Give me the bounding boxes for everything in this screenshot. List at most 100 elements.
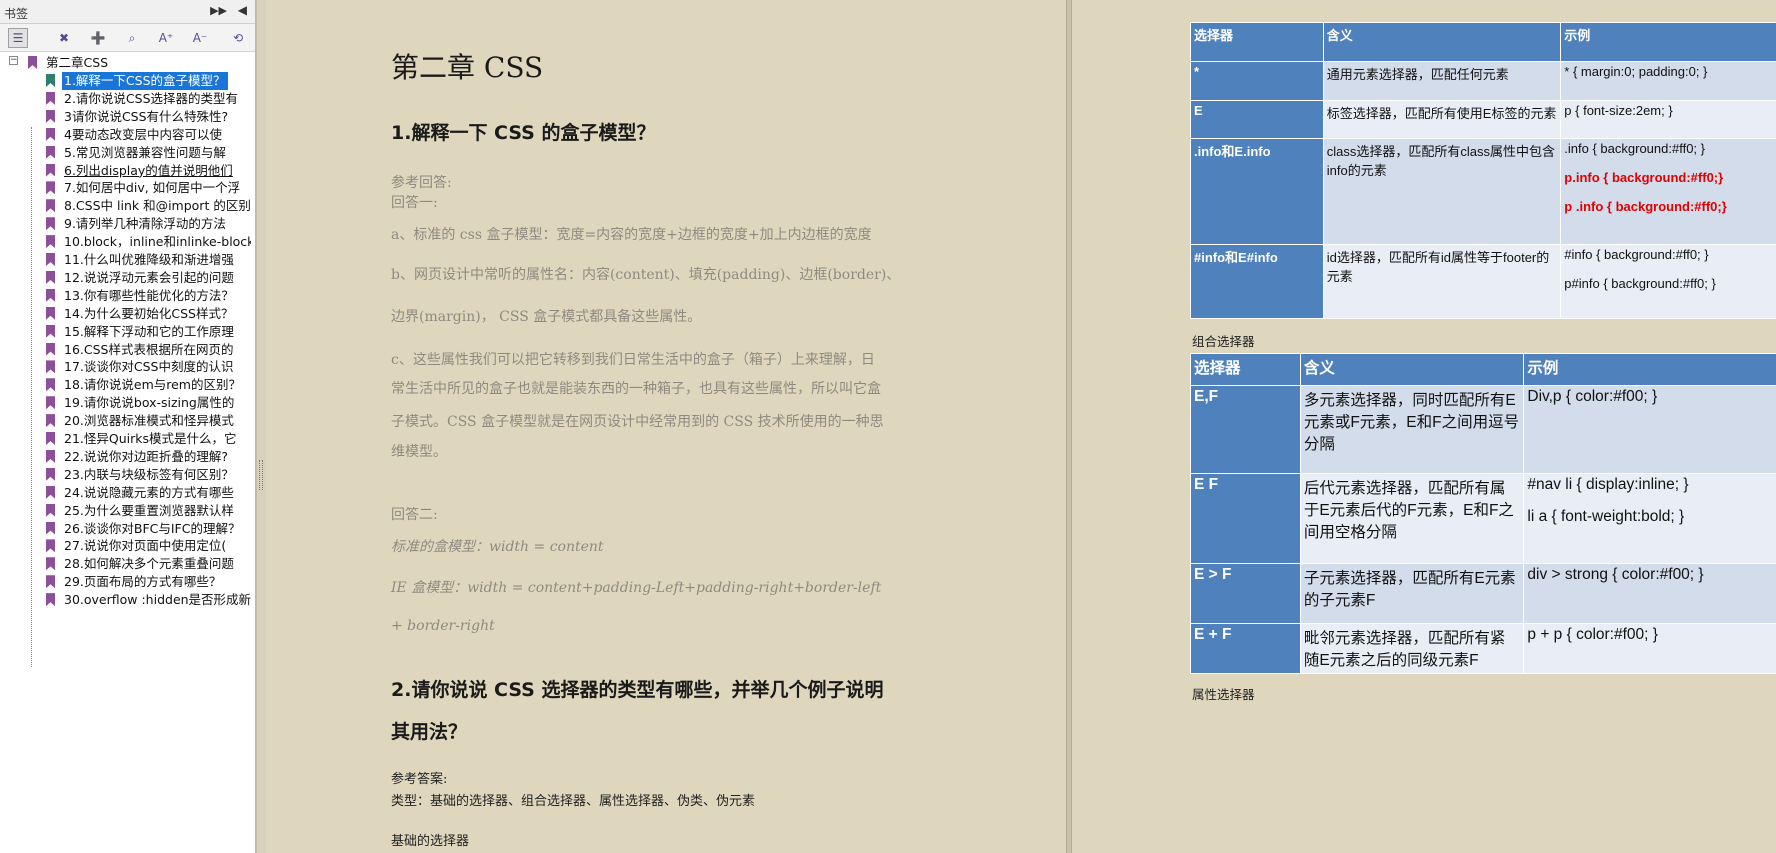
bookmark-flag-icon — [46, 449, 55, 463]
bookmark-flag-icon — [46, 342, 55, 356]
bookmark-item-label[interactable]: 9.请列举几种清除浮动的方法 — [62, 215, 228, 233]
bookmark-item-label[interactable]: 23.内联与块级标签有何区别？ — [62, 466, 236, 484]
bookmark-panel-header: 书签 ▶▶ ◀ — [0, 0, 255, 24]
table-row: E + F 毗邻元素选择器，匹配所有紧随E元素之后的同级元素F p + p { … — [1190, 623, 1776, 674]
bookmark-item-label[interactable]: 7.如何居中div, 如何居中一个浮 — [62, 179, 242, 197]
bookmark-item-label[interactable]: 26.谈谈你对BFC与IFC的理解？ — [62, 520, 242, 538]
bookmark-flag-icon — [46, 485, 55, 499]
example-line: #nav li { display:inline; } — [1527, 476, 1689, 493]
meaning-cell: class选择器，匹配所有class属性中包含info的元素 — [1322, 138, 1562, 245]
bookmark-toolbar: ☰ ✖ ➕ ⌕ A⁺ A⁻ ⟲ — [0, 24, 255, 52]
example-line-red: p .info { background:#ff0;} — [1564, 199, 1727, 214]
bookmark-item-label[interactable]: 29.页面布局的方式有哪些？ — [62, 573, 223, 591]
bookmark-item-label[interactable]: 19.请你说说box-sizing属性的 — [62, 394, 236, 412]
bookmark-tree: − 第二章CSS 1.解释一下CSS的盒子模型？ 2.请你说说CSS选择器的类型有… — [0, 54, 251, 853]
combinator-selector-caption: 组合选择器 — [1192, 335, 1255, 349]
bookmark-flag-icon — [46, 145, 55, 159]
bookmark-flag-icon — [46, 181, 55, 195]
bookmark-flag-icon — [46, 575, 55, 589]
collapse-panel-icon[interactable]: ◀ — [238, 3, 247, 17]
basic-selector-table: 选择器 含义 示例 * 通用元素选择器，匹配任何元素 * { margin:0;… — [1190, 22, 1776, 319]
text-line-c1: c、这些属性我们可以把它转移到我们日常生活中的盒子（箱子）上来理解，日 — [391, 352, 875, 368]
selector-cell: E + F — [1190, 623, 1301, 674]
ie-box-model-text-2: + border-right — [391, 618, 495, 634]
bookmark-flag-icon — [46, 503, 55, 517]
selector-types-text: 类型：基础的选择器、组合选择器、属性选择器、伪类、伪元素 — [391, 794, 756, 809]
find-bookmark-icon[interactable]: ⌕ — [122, 28, 142, 48]
example-line: .info { background:#ff0; } — [1564, 141, 1705, 156]
bookmark-item-label[interactable]: 10.block，inline和inlinke-block细 — [62, 233, 251, 251]
bookmark-item-label[interactable]: 27.说说你对页面中使用定位( — [62, 537, 228, 555]
bookmark-flag-icon — [46, 593, 55, 607]
selector-cell: E > F — [1190, 563, 1301, 624]
meaning-cell: 标签选择器，匹配所有使用E标签的元素 — [1322, 100, 1562, 139]
table-row: #info和E#info id选择器，匹配所有id属性等于footer的元素 #… — [1190, 244, 1776, 319]
bookmark-item-label[interactable]: 3请你说说CSS有什么特殊性? — [62, 108, 230, 126]
selector-cell: * — [1190, 61, 1324, 101]
table-row: * 通用元素选择器，匹配任何元素 * { margin:0; padding:0… — [1190, 61, 1776, 101]
document-page-right: 选择器 含义 示例 * 通用元素选择器，匹配任何元素 * { margin:0;… — [1072, 0, 1776, 853]
example-cell: * { margin:0; padding:0; } — [1560, 61, 1776, 101]
bookmark-item-label[interactable]: 8.CSS中 link 和@import 的区别 — [62, 197, 251, 215]
panel-splitter[interactable] — [256, 0, 266, 853]
col-header-selector: 选择器 — [1190, 353, 1301, 386]
bookmark-flag-icon — [46, 432, 55, 445]
table-row: E F 后代元素选择器，匹配所有属于E元素后代的F元素，E和F之间用空格分隔 #… — [1190, 473, 1776, 564]
font-increase-icon[interactable]: A⁺ — [156, 28, 176, 48]
pdf-reader-window: 书签 ▶▶ ◀ ☰ ✖ ➕ ⌕ A⁺ A⁻ ⟲ − 第二章CSS 1.解释一下C… — [0, 0, 1776, 853]
bookmark-item-label[interactable]: 25.为什么要重置浏览器默认样 — [62, 502, 236, 520]
bookmark-flag-icon — [46, 539, 55, 553]
tree-collapse-toggle[interactable]: − — [9, 56, 18, 65]
add-bookmark-icon[interactable]: ➕ — [88, 28, 108, 48]
text-line-b2: 边界(margin)， CSS 盒子模式都具备这些属性。 — [391, 309, 702, 325]
text-line-a: a、标准的 css 盒子模型：宽度=内容的宽度+边框的宽度+加上内边框的宽度 — [391, 227, 872, 243]
bookmark-item-label[interactable]: 17.谈谈你对CSS中刻度的认识 — [62, 358, 235, 376]
bookmark-panel-title: 书签 — [4, 7, 29, 21]
bookmark-item-label[interactable]: 30.overflow :hidden是否形成新 — [62, 591, 251, 609]
text-line-c4: 维模型。 — [391, 444, 447, 460]
bookmark-item-label[interactable]: 21.怪异Quirks模式是什么，它 — [62, 430, 239, 448]
bookmark-item-label[interactable]: 5.常见浏览器兼容性问题与解 — [62, 144, 228, 162]
bookmark-flag-icon — [46, 414, 55, 428]
meaning-cell: 子元素选择器，匹配所有E元素的子元素F — [1299, 563, 1525, 624]
bookmark-item-label[interactable]: 12.说说浮动元素会引起的问题 — [62, 269, 236, 287]
table-row: E > F 子元素选择器，匹配所有E元素的子元素F div > strong {… — [1190, 563, 1776, 624]
table-header-row: 选择器 含义 示例 — [1190, 353, 1776, 386]
bookmark-options-icon[interactable]: ☰ — [8, 28, 28, 48]
answer-two-label: 回答二: — [391, 507, 438, 523]
bookmark-item-label[interactable]: 28.如何解决多个元素重叠问题 — [62, 555, 236, 573]
bookmark-item-label[interactable]: 1.解释一下CSS的盒子模型？ — [62, 72, 228, 90]
attribute-selector-caption: 属性选择器 — [1192, 688, 1255, 702]
bookmark-item-label[interactable]: 14.为什么要初始化CSS样式？ — [62, 305, 235, 323]
ie-box-model-text-1: IE 盒模型：width = content+padding-Left+padd… — [391, 580, 882, 596]
bookmark-item-label[interactable]: 6.列出display的值并说明他们 — [62, 162, 235, 180]
tree-root-label[interactable]: 第二章CSS — [44, 54, 110, 72]
example-cell: p { font-size:2em; } — [1560, 100, 1776, 139]
bookmark-item-label[interactable]: 2.请你说说CSS选择器的类型有 — [62, 90, 240, 108]
selector-cell: E,F — [1190, 385, 1301, 474]
expand-panel-icon[interactable]: ▶▶ — [210, 4, 227, 17]
bookmark-item-label[interactable]: 20.浏览器标准模式和怪异模式 — [62, 412, 236, 430]
bookmark-flag-icon — [46, 74, 55, 87]
selector-cell: .info和E.info — [1190, 138, 1324, 245]
text-line-b1: b、网页设计中常听的属性名：内容(content)、填充(padding)、边框… — [391, 267, 901, 283]
bookmark-item-label[interactable]: 15.解释下浮动和它的工作原理 — [62, 323, 236, 341]
bookmark-item-label[interactable]: 16.CSS样式表根据所在网页的 — [62, 341, 235, 359]
table-row: .info和E.info class选择器，匹配所有class属性中包含info… — [1190, 138, 1776, 245]
bookmark-item-label[interactable]: 22.说说你对边距折叠的理解? — [62, 448, 230, 466]
bookmark-item-label[interactable]: 11.什么叫优雅降级和渐进增强 — [62, 251, 236, 269]
bookmark-flag-icon — [46, 235, 55, 249]
bookmark-goto-icon[interactable]: ⟲ — [228, 28, 248, 48]
selector-cell: E F — [1190, 473, 1301, 564]
bookmark-item-label[interactable]: 24.说说隐藏元素的方式有哪些 — [62, 484, 236, 502]
delete-bookmark-icon[interactable]: ✖ — [54, 28, 74, 48]
bookmark-item-label[interactable]: 4要动态改变层中内容可以使 — [62, 126, 224, 144]
question-2-title-line1: 2.请你说说 CSS 选择器的类型有哪些，并举几个例子说明 — [391, 679, 884, 701]
bookmark-item-label[interactable]: 18.请你说说em与rem的区别？ — [62, 376, 243, 394]
bookmark-item-label[interactable]: 13.你有哪些性能优化的方法？ — [62, 287, 236, 305]
bookmark-flag-icon — [46, 324, 55, 338]
font-decrease-icon[interactable]: A⁻ — [190, 28, 210, 48]
col-header-selector: 选择器 — [1190, 22, 1324, 62]
bookmark-flag-icon — [46, 467, 55, 481]
example-cell: p + p { color:#f00; } — [1523, 623, 1776, 674]
